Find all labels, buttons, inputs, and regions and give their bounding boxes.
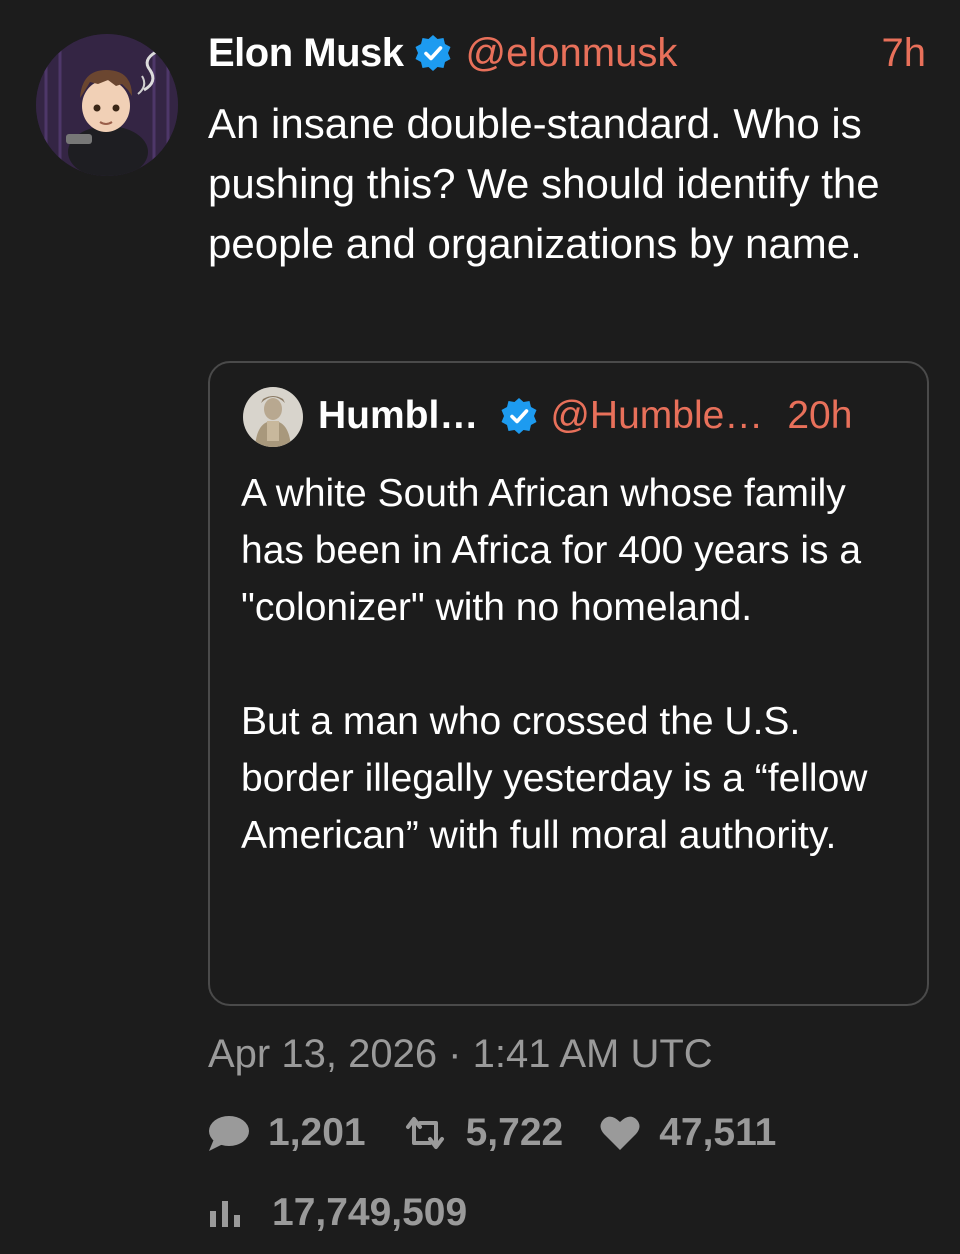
quote-author-name[interactable]: Humbl… xyxy=(318,394,478,438)
like-count: 47,511 xyxy=(659,1111,777,1154)
reply-bubble-icon xyxy=(209,1116,249,1151)
retweet-button[interactable]: 5,722 xyxy=(402,1111,564,1155)
tweet-text: An insane double-standard. Who is pushin… xyxy=(208,100,880,267)
retweet-count: 5,722 xyxy=(465,1111,564,1154)
author-handle[interactable]: @elonmusk xyxy=(466,31,678,76)
like-button[interactable]: 47,511 xyxy=(599,1111,776,1155)
statue-avatar-icon xyxy=(243,387,303,447)
quote-paragraph: But a man who crossed the U.S. border il… xyxy=(241,700,868,857)
quote-time[interactable]: 20h xyxy=(787,394,852,438)
author-name[interactable]: Elon Musk xyxy=(208,31,404,76)
quote-header: Humbl… @Humble… 20h xyxy=(318,391,897,441)
author-avatar[interactable] xyxy=(36,34,178,176)
heart-icon xyxy=(600,1116,640,1150)
reply-button[interactable]: 1,201 xyxy=(206,1111,366,1155)
view-stats[interactable]: 17,749,509 xyxy=(208,1188,467,1238)
quote-paragraph: A white South African whose family has b… xyxy=(241,472,862,629)
quote-author-avatar[interactable] xyxy=(243,387,303,447)
engagement-stats: 1,201 5,722 47,511 xyxy=(206,1108,812,1158)
tweet-timestamp[interactable]: Apr 13, 2026 · 1:41 AM UTC xyxy=(208,1032,713,1077)
tweet-time[interactable]: 7h xyxy=(882,31,927,76)
reply-count: 1,201 xyxy=(268,1111,366,1154)
quote-author-handle[interactable]: @Humble… xyxy=(550,394,763,438)
view-count: 17,749,509 xyxy=(272,1191,468,1234)
quote-text: A white South African whose family has b… xyxy=(241,465,911,864)
quote-verified-badge-icon xyxy=(500,397,538,435)
anime-avatar-icon xyxy=(36,34,178,176)
bar-chart-icon xyxy=(210,1201,240,1227)
quoted-tweet-card[interactable]: Humbl… @Humble… 20h A white South Africa… xyxy=(208,361,929,1006)
verified-badge-icon xyxy=(414,34,452,72)
tweet-header: Elon Musk @elonmusk 7h xyxy=(208,28,926,78)
retweet-icon xyxy=(405,1117,444,1149)
